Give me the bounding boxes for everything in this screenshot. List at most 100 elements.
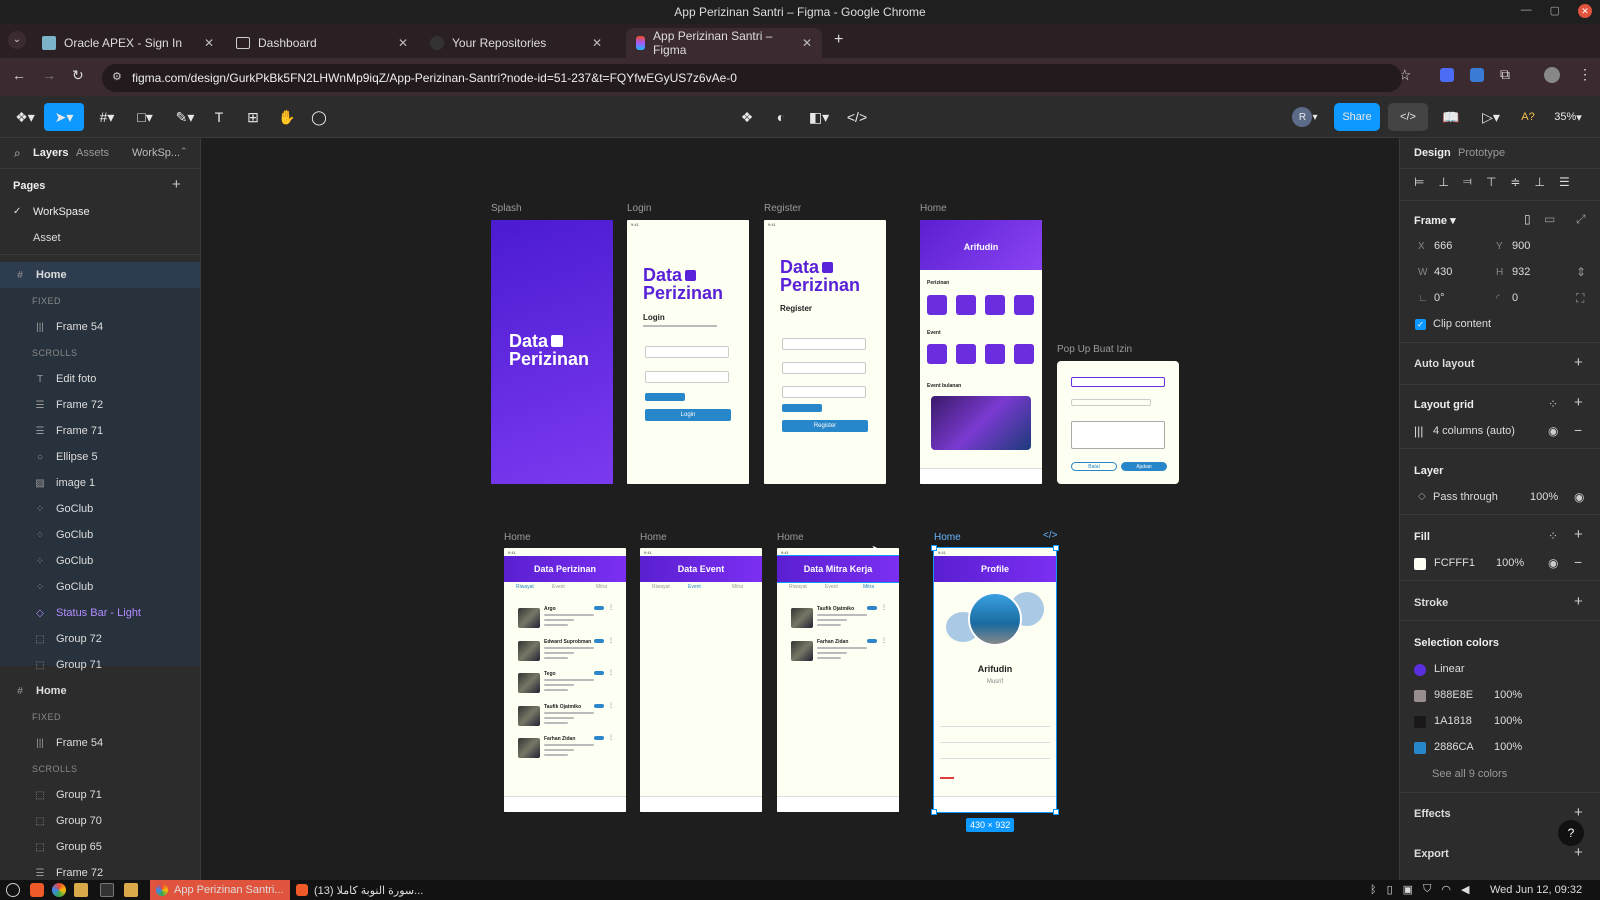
tab-oracle-apex[interactable]: Oracle APEX - Sign In ✕ xyxy=(32,28,224,58)
page-item-asset[interactable]: Asset xyxy=(33,232,61,244)
layer-item[interactable]: ☰ Frame 72 xyxy=(0,860,200,880)
layer-item[interactable]: ⬚ Group 71 xyxy=(0,782,200,808)
add-fill-icon[interactable]: + xyxy=(1574,526,1583,543)
whatsapp-field[interactable] xyxy=(782,386,866,398)
more-options-icon[interactable]: ⋮ xyxy=(608,702,614,709)
submit-button[interactable]: Ajukan xyxy=(1121,462,1167,471)
tab-mitra[interactable]: Mitra xyxy=(863,584,874,590)
extension-shield-icon[interactable] xyxy=(1440,68,1454,82)
wifi-icon[interactable]: ◠ xyxy=(1441,883,1451,896)
add-auto-layout-icon[interactable]: + xyxy=(1574,354,1583,371)
color-swatch[interactable] xyxy=(1414,716,1426,728)
profile-avatar-icon[interactable] xyxy=(1544,67,1560,83)
event-banner-image[interactable] xyxy=(931,396,1031,450)
color-swatch[interactable] xyxy=(1414,742,1426,754)
add-effect-icon[interactable]: + xyxy=(1574,804,1583,821)
translate-icon[interactable] xyxy=(1470,68,1484,82)
list-item[interactable]: Taufik Ojatmiko ⋮ xyxy=(787,604,889,632)
zoom-dropdown[interactable]: 35% ▾ xyxy=(1548,103,1588,131)
accessibility-icon[interactable]: A? xyxy=(1518,103,1538,131)
bluetooth-icon[interactable]: ᛒ xyxy=(1370,884,1377,896)
tab-assets[interactable]: Assets xyxy=(76,147,109,159)
maximize-icon[interactable]: ▢ xyxy=(1550,4,1560,18)
frame-label-home[interactable]: Home xyxy=(920,203,947,214)
frame-data-perizinan[interactable]: 9:41 Data Perizinan Riwayat Event Mitra … xyxy=(504,548,626,812)
password-field[interactable] xyxy=(782,362,866,374)
frame-popup-buat-izin[interactable]: Batal Ajukan xyxy=(1057,361,1179,484)
tab-design[interactable]: Design xyxy=(1414,147,1451,159)
blend-mode-dropdown[interactable]: Pass through xyxy=(1433,491,1498,503)
more-options-icon[interactable]: ⋮ xyxy=(608,637,614,644)
more-options-icon[interactable]: ⋮ xyxy=(881,637,887,644)
tab-figma[interactable]: App Perizinan Santri – Figma ✕ xyxy=(626,28,822,58)
dev-code-icon[interactable]: </> xyxy=(1043,530,1057,541)
comment-tool-icon[interactable]: ◯ xyxy=(308,103,330,131)
figma-menu-icon[interactable]: ❖▾ xyxy=(10,103,40,131)
share-button[interactable]: Share xyxy=(1334,103,1380,131)
constrain-proportions-icon[interactable]: ⇕ xyxy=(1576,265,1586,279)
list-item[interactable]: Argo ⋮ xyxy=(514,604,616,632)
y-input[interactable]: 900 xyxy=(1512,240,1530,252)
eye-icon[interactable]: ◉ xyxy=(1574,490,1584,504)
layer-item[interactable]: ||| Frame 54 xyxy=(0,314,200,340)
list-item[interactable]: Edward Suprobman ⋮ xyxy=(514,637,616,665)
site-info-icon[interactable]: ⚙ xyxy=(112,70,122,83)
menu-tile[interactable] xyxy=(956,295,976,315)
tab-event[interactable]: Event xyxy=(825,584,838,590)
more-options-icon[interactable]: ⋮ xyxy=(608,669,614,676)
frame-home-dashboard[interactable]: Arifudin Perizinan Event Event bulanan xyxy=(920,220,1042,484)
extensions-puzzle-icon[interactable]: ⧉ xyxy=(1500,66,1510,83)
shield-icon[interactable]: ⛉ xyxy=(1423,883,1431,896)
frame-label-popup[interactable]: Pop Up Buat Izin xyxy=(1057,344,1132,355)
chevron-up-icon[interactable]: ⌃ xyxy=(180,146,188,157)
tab-repositories[interactable]: Your Repositories ✕ xyxy=(420,28,612,58)
resources-icon[interactable]: ⊞ xyxy=(242,103,264,131)
component-icon[interactable]: ❖ xyxy=(736,103,758,131)
frame-label-home-selected[interactable]: Home xyxy=(934,532,961,543)
clock[interactable]: Wed Jun 12, 09:32 xyxy=(1490,884,1582,896)
align-right-icon[interactable]: ⫤ xyxy=(1463,174,1472,189)
close-tab-icon[interactable]: ✕ xyxy=(398,36,408,50)
frame-tool-icon[interactable]: #▾ xyxy=(92,103,122,131)
independent-corners-icon[interactable]: ⛶ xyxy=(1576,291,1584,306)
layer-item[interactable]: ☰ Frame 72 xyxy=(0,392,200,418)
tab-mitra[interactable]: Mitra xyxy=(732,584,743,590)
volume-icon[interactable]: ◀ xyxy=(1461,883,1469,896)
logout-item[interactable] xyxy=(940,777,954,779)
color-name[interactable]: 1A1818 xyxy=(1434,715,1472,727)
frame-section-title[interactable]: Frame ▾ xyxy=(1414,214,1456,227)
menu-tile[interactable] xyxy=(985,344,1005,364)
password-field[interactable] xyxy=(645,371,729,383)
frame-login[interactable]: 9:41 Data Perizinan Login Login xyxy=(627,220,749,484)
frame-label-splash[interactable]: Splash xyxy=(491,203,522,214)
user-id-field[interactable] xyxy=(645,346,729,358)
mask-icon[interactable]: ◐ xyxy=(770,103,792,131)
layer-item[interactable]: ⬚ Group 65 xyxy=(0,834,200,860)
fill-hex-input[interactable]: FCFFF1 xyxy=(1434,557,1475,569)
resize-handle[interactable] xyxy=(931,809,937,815)
radius-input[interactable]: 0 xyxy=(1512,292,1518,304)
frame-register[interactable]: 9:41 Data Perizinan Register Register xyxy=(764,220,886,484)
color-opacity[interactable]: 100% xyxy=(1494,715,1522,727)
hand-tool-icon[interactable]: ✋ xyxy=(276,103,298,131)
rectangle-tool-icon[interactable]: □▾ xyxy=(130,103,160,131)
role-dropdown[interactable] xyxy=(645,393,685,401)
layer-frame-home[interactable]: # Home xyxy=(0,678,200,704)
layer-item[interactable]: ◇ Status Bar - Light xyxy=(0,600,200,626)
browser-menu-icon[interactable]: ⋮ xyxy=(1578,66,1592,83)
move-tool-icon[interactable]: ➤▾ xyxy=(44,103,84,131)
search-icon[interactable]: ⌕ xyxy=(14,146,21,161)
taskbar-app-audio[interactable]: سورة النوبة كاملا (13)... xyxy=(296,880,423,900)
os-menu-icon[interactable] xyxy=(6,883,20,897)
present-icon[interactable]: ▷▾ xyxy=(1476,103,1506,131)
remove-grid-icon[interactable]: − xyxy=(1574,422,1582,438)
keyboard-icon[interactable]: ▣ xyxy=(1403,883,1413,896)
close-window-icon[interactable]: ✕ xyxy=(1578,4,1592,18)
layer-item[interactable]: ⁘ GoClub xyxy=(0,574,200,600)
add-stroke-icon[interactable]: + xyxy=(1574,593,1583,610)
minimize-icon[interactable]: — xyxy=(1521,4,1532,18)
more-options-icon[interactable]: ⋮ xyxy=(881,604,887,611)
terminal-icon[interactable] xyxy=(100,883,114,897)
tab-riwayat[interactable]: Riwayat xyxy=(652,584,670,590)
frame-label-register[interactable]: Register xyxy=(764,203,801,214)
